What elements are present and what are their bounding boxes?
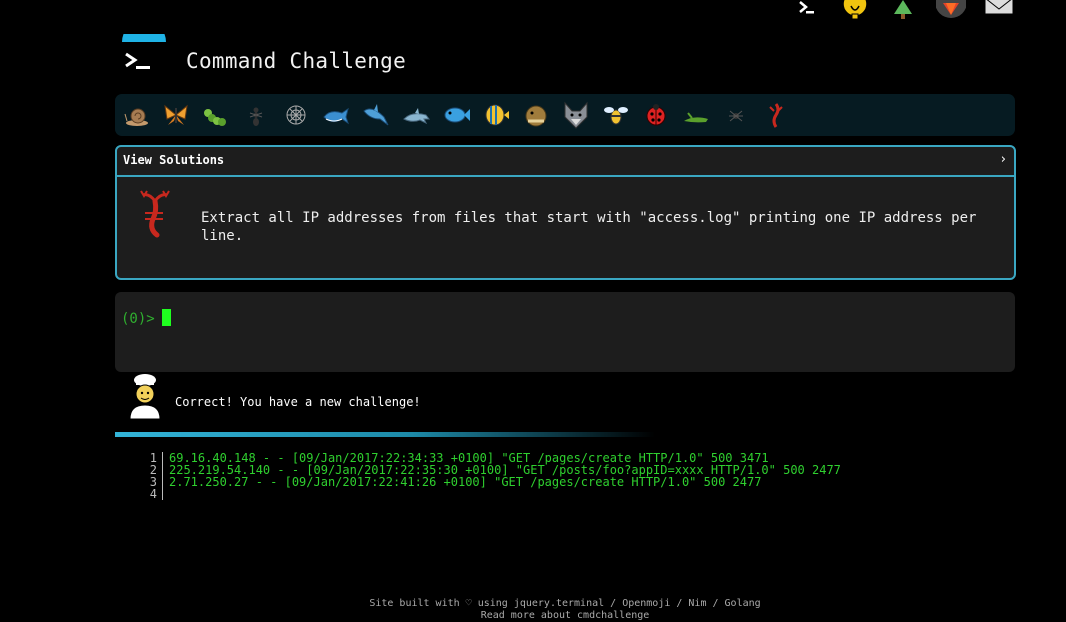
spider-web-icon[interactable] [282,101,310,129]
critter-bar [115,94,1015,136]
fish-icon[interactable] [442,101,470,129]
tree-icon[interactable] [888,0,918,20]
scorpion-icon[interactable] [762,101,790,129]
gitlab-icon[interactable] [936,0,966,20]
line-number: 4 [138,488,163,500]
terminal-input[interactable]: (0)> [115,292,1015,372]
divider-bar [115,432,655,437]
terminal-icon[interactable] [792,0,822,20]
logo-icon[interactable] [118,20,170,78]
mail-icon[interactable] [984,0,1014,20]
footer-credits: Site built with ♡ using jquery.terminal … [369,598,761,609]
chef-avatar-icon [126,373,164,421]
bee-icon[interactable] [602,101,630,129]
output-line: 4 [138,488,841,500]
chevron-right-icon[interactable]: › [1001,152,1006,167]
command-output: 1 69.16.40.148 - - [09/Jan/2017:22:34:33… [138,452,841,500]
output-line: 3 2.71.250.27 - - [09/Jan/2017:22:41:26 … [138,476,841,488]
line-text: 2.71.250.27 - - [09/Jan/2017:22:41:26 +0… [169,475,762,489]
view-solutions-toggle[interactable]: View Solutions › [117,147,1014,177]
challenge-card: View Solutions › Extract all IP addresse… [115,145,1016,280]
lightbulb-icon[interactable] [840,0,870,20]
terminal-prompt: (0)> [121,311,155,327]
top-icon-bar [792,0,1014,20]
snail-icon[interactable] [122,101,150,129]
page-title: Command Challenge [186,49,407,73]
challenge-description: Extract all IP addresses from files that… [201,210,977,244]
blowfish-icon[interactable] [522,101,550,129]
line-text [163,488,169,500]
spider-icon[interactable] [722,101,750,129]
view-solutions-label: View Solutions [123,153,225,167]
shark-icon[interactable] [362,101,390,129]
caterpillar-icon[interactable] [202,101,230,129]
response-message: Correct! You have a new challenge! [175,395,421,409]
dolphin-icon[interactable] [402,101,430,129]
ant-icon[interactable] [242,101,270,129]
ladybug-icon[interactable] [642,101,670,129]
scorpion-icon [135,185,175,241]
tropical-fish-icon[interactable] [482,101,510,129]
cricket-icon[interactable] [682,101,710,129]
footer: Site built with ♡ using jquery.terminal … [0,598,1066,622]
terminal-cursor [161,309,171,326]
footer-about-link[interactable]: Read more about cmdchallenge [0,610,1066,622]
wolf-icon[interactable] [562,101,590,129]
whale-icon[interactable] [322,101,350,129]
butterfly-icon[interactable] [162,101,190,129]
